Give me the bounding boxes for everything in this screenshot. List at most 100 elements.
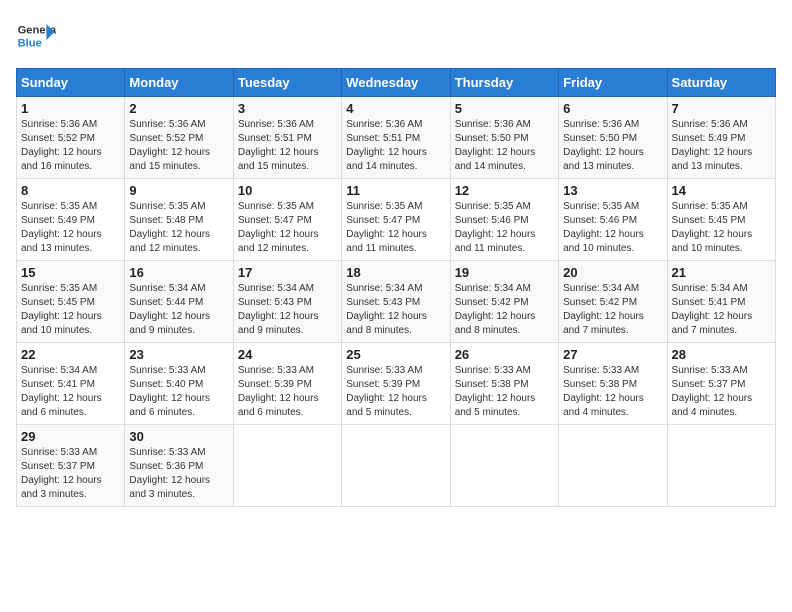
- day-info: Sunrise: 5:34 AM Sunset: 5:41 PM Dayligh…: [672, 282, 771, 338]
- calendar-cell: 1 Sunrise: 5:36 AM Sunset: 5:52 PM Daylig…: [17, 97, 125, 179]
- day-info: Sunrise: 5:33 AM Sunset: 5:39 PM Dayligh…: [238, 364, 337, 420]
- day-info: Sunrise: 5:36 AM Sunset: 5:52 PM Dayligh…: [21, 118, 120, 174]
- day-info: Sunrise: 5:35 AM Sunset: 5:45 PM Dayligh…: [21, 282, 120, 338]
- day-number: 25: [346, 347, 445, 362]
- logo: General Blue: [16, 16, 60, 56]
- calendar-week-4: 22 Sunrise: 5:34 AM Sunset: 5:41 PM Dayli…: [17, 343, 776, 425]
- calendar-cell: 29 Sunrise: 5:33 AM Sunset: 5:37 PM Dayli…: [17, 425, 125, 507]
- calendar-cell: 10Sunrise: 5:35 AM Sunset: 5:47 PM Dayli…: [233, 179, 341, 261]
- day-info: Sunrise: 5:36 AM Sunset: 5:50 PM Dayligh…: [455, 118, 554, 174]
- calendar-week-2: 8 Sunrise: 5:35 AM Sunset: 5:49 PM Daylig…: [17, 179, 776, 261]
- col-wednesday: Wednesday: [342, 69, 450, 97]
- calendar-cell: 19Sunrise: 5:34 AM Sunset: 5:42 PM Dayli…: [450, 261, 558, 343]
- day-number: 26: [455, 347, 554, 362]
- col-friday: Friday: [559, 69, 667, 97]
- page-header: General Blue: [16, 16, 776, 56]
- day-info: Sunrise: 5:33 AM Sunset: 5:37 PM Dayligh…: [21, 446, 120, 502]
- day-info: Sunrise: 5:33 AM Sunset: 5:39 PM Dayligh…: [346, 364, 445, 420]
- calendar-cell: 26 Sunrise: 5:33 AM Sunset: 5:38 PM Dayli…: [450, 343, 558, 425]
- day-info: Sunrise: 5:35 AM Sunset: 5:46 PM Dayligh…: [563, 200, 662, 256]
- day-info: Sunrise: 5:35 AM Sunset: 5:49 PM Dayligh…: [21, 200, 120, 256]
- day-number: 5: [455, 101, 554, 116]
- col-tuesday: Tuesday: [233, 69, 341, 97]
- calendar-cell: 27Sunrise: 5:33 AM Sunset: 5:38 PM Dayli…: [559, 343, 667, 425]
- col-saturday: Saturday: [667, 69, 775, 97]
- day-info: Sunrise: 5:33 AM Sunset: 5:38 PM Dayligh…: [455, 364, 554, 420]
- day-number: 13: [563, 183, 662, 198]
- day-info: Sunrise: 5:34 AM Sunset: 5:43 PM Dayligh…: [238, 282, 337, 338]
- calendar-cell: [667, 425, 775, 507]
- day-number: 30: [129, 429, 228, 444]
- day-number: 9: [129, 183, 228, 198]
- calendar-cell: 25 Sunrise: 5:33 AM Sunset: 5:39 PM Dayli…: [342, 343, 450, 425]
- calendar-cell: 18 Sunrise: 5:34 AM Sunset: 5:43 PM Dayli…: [342, 261, 450, 343]
- day-info: Sunrise: 5:33 AM Sunset: 5:40 PM Dayligh…: [129, 364, 228, 420]
- svg-text:Blue: Blue: [18, 37, 42, 49]
- day-number: 22: [21, 347, 120, 362]
- day-info: Sunrise: 5:35 AM Sunset: 5:48 PM Dayligh…: [129, 200, 228, 256]
- calendar-week-1: 1 Sunrise: 5:36 AM Sunset: 5:52 PM Daylig…: [17, 97, 776, 179]
- calendar-cell: 13 Sunrise: 5:35 AM Sunset: 5:46 PM Dayli…: [559, 179, 667, 261]
- day-number: 17: [238, 265, 337, 280]
- calendar-cell: 17 Sunrise: 5:34 AM Sunset: 5:43 PM Dayli…: [233, 261, 341, 343]
- day-info: Sunrise: 5:34 AM Sunset: 5:42 PM Dayligh…: [563, 282, 662, 338]
- day-number: 8: [21, 183, 120, 198]
- calendar-cell: 24Sunrise: 5:33 AM Sunset: 5:39 PM Dayli…: [233, 343, 341, 425]
- calendar-cell: 20 Sunrise: 5:34 AM Sunset: 5:42 PM Dayli…: [559, 261, 667, 343]
- calendar-cell: 9 Sunrise: 5:35 AM Sunset: 5:48 PM Daylig…: [125, 179, 233, 261]
- day-number: 2: [129, 101, 228, 116]
- calendar-cell: 16 Sunrise: 5:34 AM Sunset: 5:44 PM Dayli…: [125, 261, 233, 343]
- calendar-week-3: 15Sunrise: 5:35 AM Sunset: 5:45 PM Dayli…: [17, 261, 776, 343]
- day-number: 6: [563, 101, 662, 116]
- calendar-cell: [233, 425, 341, 507]
- calendar-cell: 6Sunrise: 5:36 AM Sunset: 5:50 PM Daylig…: [559, 97, 667, 179]
- day-info: Sunrise: 5:34 AM Sunset: 5:44 PM Dayligh…: [129, 282, 228, 338]
- calendar-cell: 7 Sunrise: 5:36 AM Sunset: 5:49 PM Daylig…: [667, 97, 775, 179]
- day-info: Sunrise: 5:33 AM Sunset: 5:38 PM Dayligh…: [563, 364, 662, 420]
- calendar-cell: 11 Sunrise: 5:35 AM Sunset: 5:47 PM Dayli…: [342, 179, 450, 261]
- day-info: Sunrise: 5:33 AM Sunset: 5:36 PM Dayligh…: [129, 446, 228, 502]
- day-number: 29: [21, 429, 120, 444]
- col-monday: Monday: [125, 69, 233, 97]
- col-sunday: Sunday: [17, 69, 125, 97]
- day-info: Sunrise: 5:35 AM Sunset: 5:46 PM Dayligh…: [455, 200, 554, 256]
- day-number: 11: [346, 183, 445, 198]
- day-number: 28: [672, 347, 771, 362]
- day-number: 10: [238, 183, 337, 198]
- day-info: Sunrise: 5:36 AM Sunset: 5:49 PM Dayligh…: [672, 118, 771, 174]
- day-number: 18: [346, 265, 445, 280]
- calendar-cell: [342, 425, 450, 507]
- calendar-week-5: 29 Sunrise: 5:33 AM Sunset: 5:37 PM Dayli…: [17, 425, 776, 507]
- logo-icon: General Blue: [16, 16, 56, 56]
- day-info: Sunrise: 5:33 AM Sunset: 5:37 PM Dayligh…: [672, 364, 771, 420]
- day-number: 16: [129, 265, 228, 280]
- day-info: Sunrise: 5:34 AM Sunset: 5:43 PM Dayligh…: [346, 282, 445, 338]
- day-number: 1: [21, 101, 120, 116]
- day-number: 21: [672, 265, 771, 280]
- day-info: Sunrise: 5:34 AM Sunset: 5:42 PM Dayligh…: [455, 282, 554, 338]
- calendar-cell: 22 Sunrise: 5:34 AM Sunset: 5:41 PM Dayli…: [17, 343, 125, 425]
- calendar-cell: 8 Sunrise: 5:35 AM Sunset: 5:49 PM Daylig…: [17, 179, 125, 261]
- calendar-cell: 2 Sunrise: 5:36 AM Sunset: 5:52 PM Daylig…: [125, 97, 233, 179]
- calendar-cell: 30 Sunrise: 5:33 AM Sunset: 5:36 PM Dayli…: [125, 425, 233, 507]
- day-info: Sunrise: 5:34 AM Sunset: 5:41 PM Dayligh…: [21, 364, 120, 420]
- day-info: Sunrise: 5:35 AM Sunset: 5:45 PM Dayligh…: [672, 200, 771, 256]
- day-number: 20: [563, 265, 662, 280]
- day-info: Sunrise: 5:36 AM Sunset: 5:52 PM Dayligh…: [129, 118, 228, 174]
- calendar-cell: 23 Sunrise: 5:33 AM Sunset: 5:40 PM Dayli…: [125, 343, 233, 425]
- calendar-cell: 15Sunrise: 5:35 AM Sunset: 5:45 PM Dayli…: [17, 261, 125, 343]
- calendar-cell: 14 Sunrise: 5:35 AM Sunset: 5:45 PM Dayli…: [667, 179, 775, 261]
- calendar-cell: 28 Sunrise: 5:33 AM Sunset: 5:37 PM Dayli…: [667, 343, 775, 425]
- day-number: 23: [129, 347, 228, 362]
- day-number: 12: [455, 183, 554, 198]
- calendar-table: Sunday Monday Tuesday Wednesday Thursday…: [16, 68, 776, 507]
- day-number: 7: [672, 101, 771, 116]
- calendar-header: Sunday Monday Tuesday Wednesday Thursday…: [17, 69, 776, 97]
- calendar-cell: 3Sunrise: 5:36 AM Sunset: 5:51 PM Daylig…: [233, 97, 341, 179]
- day-number: 3: [238, 101, 337, 116]
- day-info: Sunrise: 5:35 AM Sunset: 5:47 PM Dayligh…: [346, 200, 445, 256]
- day-number: 14: [672, 183, 771, 198]
- calendar-cell: [450, 425, 558, 507]
- calendar-cell: 21 Sunrise: 5:34 AM Sunset: 5:41 PM Dayli…: [667, 261, 775, 343]
- calendar-cell: 4Sunrise: 5:36 AM Sunset: 5:51 PM Daylig…: [342, 97, 450, 179]
